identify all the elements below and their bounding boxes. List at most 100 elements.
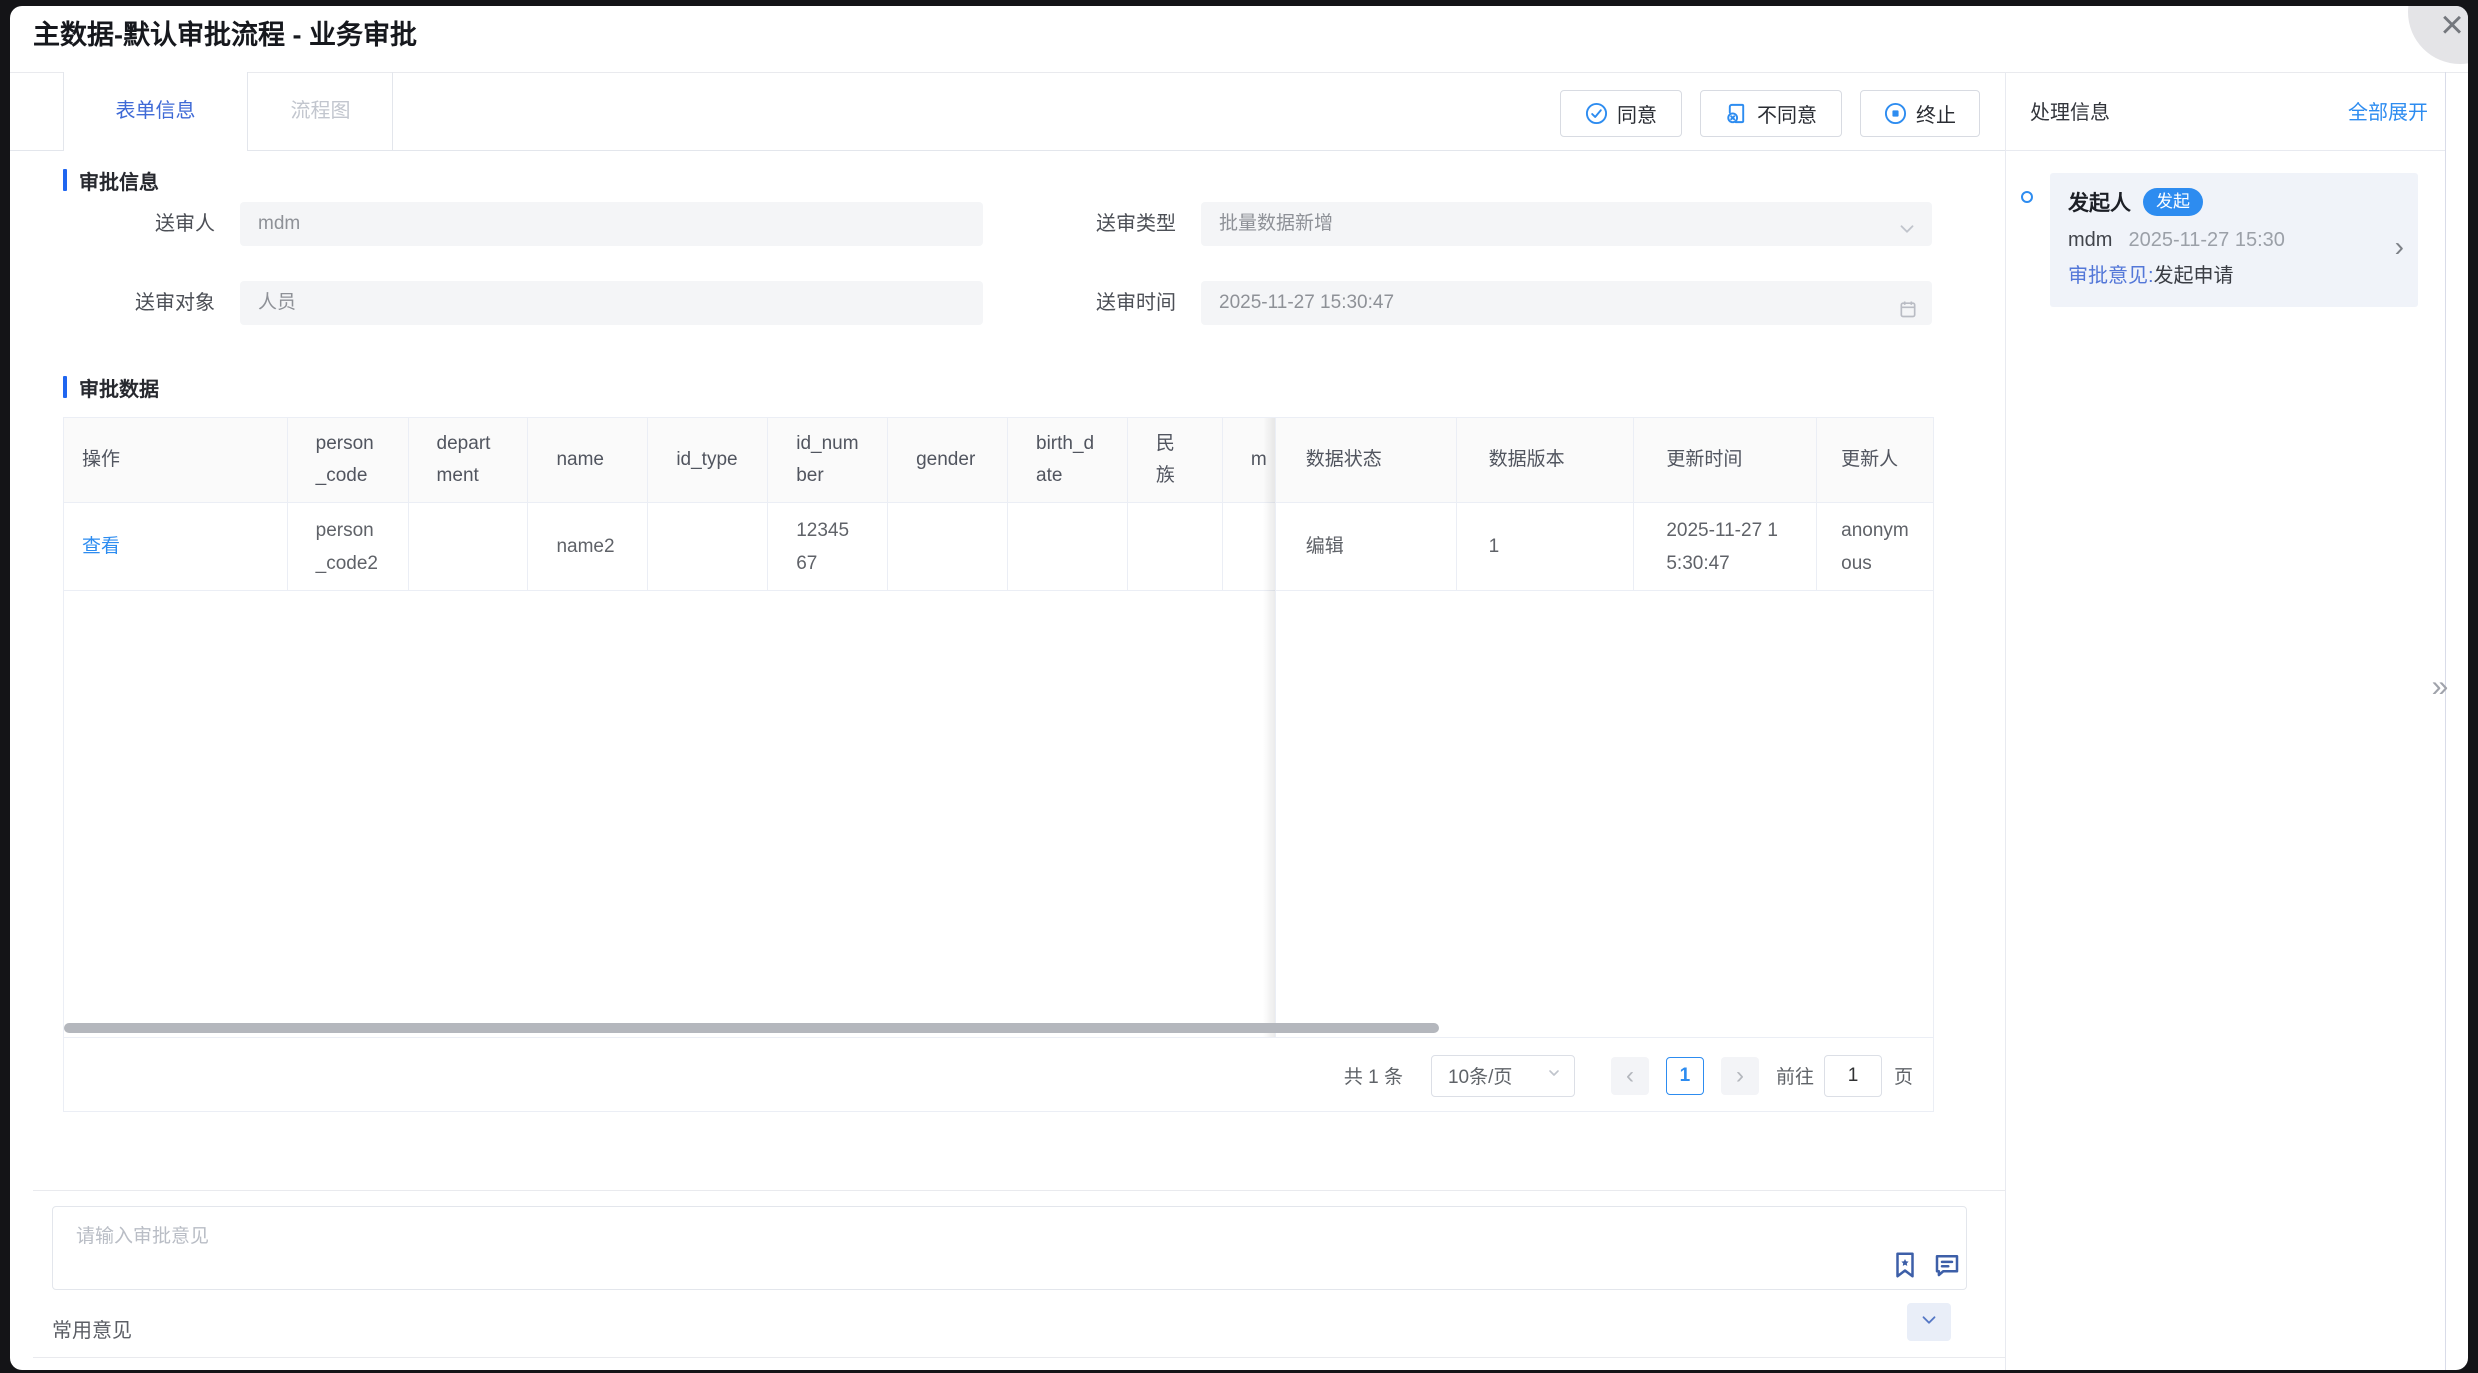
col-name: name [528,418,648,503]
pagination: 共 1 条 10条/页 ‹ 1 › 前往 页 [64,1037,1933,1113]
type-select[interactable]: 批量数据新增 [1201,202,1932,246]
table-row: 查看 person_code2 name2 1234567 编辑 1 2025-… [64,503,1933,591]
stamp-bookmark-icon[interactable] [1890,1250,1920,1285]
common-opinions-label: 常用意见 [52,1311,132,1351]
message-icon[interactable] [1932,1250,1962,1285]
sender-label: 送审人 [63,202,215,246]
entry-user-line: mdm 2025-11-27 15:30 [2068,225,2400,255]
tab-form-info[interactable]: 表单信息 [63,72,248,151]
sender-field[interactable]: mdm [240,202,983,246]
col-person-code: person_code [288,418,409,503]
col-data-status: 数据状态 [1274,418,1457,503]
cell-birth-date [1008,503,1128,591]
approve-button[interactable]: 同意 [1560,90,1682,137]
comment-top-divider [33,1190,2005,1191]
section-approval-info: 审批信息 [63,168,159,192]
panel-right-divider [2445,72,2446,1370]
page-size-select[interactable]: 10条/页 [1431,1055,1575,1097]
close-icon[interactable]: × [2430,6,2468,48]
chevron-down-icon [1546,1065,1562,1087]
type-label: 送审类型 [1010,202,1176,246]
hscrollbar-thumb[interactable] [64,1023,1439,1033]
dialog-title: 主数据-默认审批流程 - 业务审批 [33,16,417,54]
expand-all-link[interactable]: 全部展开 [2348,90,2428,136]
chevron-down-icon [1896,213,1918,246]
goto-label: 前往 [1776,1062,1814,1089]
process-entry-card[interactable]: 发起人 发起 mdm 2025-11-27 15:30 › 审批意见:发起申请 [2050,173,2418,307]
check-circle-icon [1585,102,1608,125]
col-update-time: 更新时间 [1634,418,1817,503]
chevron-down-icon [1918,1309,1940,1336]
goto-page-input[interactable] [1824,1055,1882,1097]
comment-input[interactable] [53,1207,1966,1289]
cell-update-time: 2025-11-27 15:30:47 [1634,503,1817,591]
fixed-column-divider [1275,418,1276,1037]
prev-page-button[interactable]: ‹ [1611,1057,1649,1095]
target-field[interactable]: 人员 [240,281,983,325]
chevron-right-icon[interactable]: › [2395,233,2404,261]
col-ethnic: 民族 [1128,418,1223,503]
entry-header: 发起人 发起 [2068,187,2400,217]
entry-time: 2025-11-27 15:30 [2128,229,2284,251]
col-id-number: id_number [768,418,888,503]
panel-left-divider [2005,72,2006,1370]
cell-person-code: person_code2 [288,503,409,591]
time-value: 2025-11-27 15:30:47 [1219,292,1394,313]
col-updater: 更新人 [1817,418,1933,503]
approval-dialog: 主数据-默认审批流程 - 业务审批 × 表单信息 流程图 同意 不同意 [10,6,2468,1370]
fixed-column-shadow [1263,418,1275,1037]
col-birth-date: birth_date [1008,418,1128,503]
time-field[interactable]: 2025-11-27 15:30:47 [1201,281,1932,325]
page-unit-label: 页 [1894,1062,1913,1089]
cell-updater: anonymous [1817,503,1933,591]
section-title: 审批数据 [79,373,159,402]
terminate-button[interactable]: 终止 [1860,90,1980,137]
col-department: department [409,418,529,503]
col-id-type: id_type [648,418,768,503]
type-value: 批量数据新增 [1219,213,1333,234]
calendar-icon [1898,292,1918,325]
section-bar [63,169,67,191]
col-data-version: 数据版本 [1457,418,1635,503]
file-x-icon [1725,102,1748,125]
reject-label: 不同意 [1757,99,1817,128]
section-approval-data: 审批数据 [63,375,159,399]
entry-opinion-line: 审批意见:发起申请 [2068,261,2400,291]
opinion-text: 发起申请 [2154,265,2234,287]
current-page-button[interactable]: 1 [1666,1057,1704,1095]
tabbar-divider [10,150,2005,151]
entry-role: 发起人 [2068,187,2131,217]
cell-department [409,503,529,591]
comment-bottom-divider [33,1357,2005,1358]
collapse-panel-icon[interactable]: » [2422,666,2458,708]
approve-label: 同意 [1617,99,1657,128]
cell-name: name2 [528,503,648,591]
section-bar [63,376,67,398]
cell-data-version: 1 [1457,503,1635,591]
approval-data-table: 操作 person_code department name id_type i… [63,417,1934,1112]
panel-title: 处理信息 [2030,90,2110,136]
tab-flow-chart[interactable]: 流程图 [249,72,393,150]
cell-gender [888,503,1008,591]
opinion-label: 审批意见: [2068,265,2154,287]
col-action: 操作 [64,418,288,503]
section-title: 审批信息 [79,166,159,195]
table-hscrollbar [64,1019,1933,1037]
panel-header-divider [2005,150,2446,151]
view-link[interactable]: 查看 [82,530,120,563]
cell-data-status: 编辑 [1274,503,1457,591]
cell-id-number: 1234567 [768,503,888,591]
col-gender: gender [888,418,1008,503]
pagination-total: 共 1 条 [1344,1062,1403,1089]
comment-tools [1890,1250,1962,1285]
page-size-value: 10条/页 [1448,1062,1512,1089]
entry-badge: 发起 [2143,188,2203,216]
common-opinions-toggle[interactable] [1907,1303,1951,1341]
terminate-label: 终止 [1916,99,1956,128]
reject-button[interactable]: 不同意 [1700,90,1842,137]
next-page-button[interactable]: › [1721,1057,1759,1095]
target-label: 送审对象 [63,281,215,325]
entry-user: mdm [2068,229,2112,251]
cell-id-type [648,503,768,591]
cell-ethnic [1128,503,1223,591]
